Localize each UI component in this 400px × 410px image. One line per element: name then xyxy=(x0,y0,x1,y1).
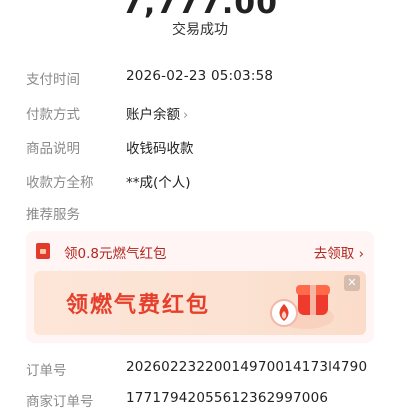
chevron-right-icon: › xyxy=(358,246,364,262)
product-description-value: 收钱码收款 xyxy=(126,141,194,157)
order-number-value: 20260223220014970014173l4790 xyxy=(126,359,368,375)
product-description-label: 商品说明 xyxy=(26,141,80,157)
recommend-card-title: 领0.8元燃气红包 xyxy=(64,246,167,262)
merchant-order-number-value: 17717942055612362997006 xyxy=(126,390,329,406)
claim-link-label: 去领取 xyxy=(313,246,355,262)
payment-time-value: 2026-02-23 05:03:58 xyxy=(126,68,274,84)
transaction-status: 交易成功 xyxy=(172,22,228,38)
order-number-label: 订单号 xyxy=(26,363,67,379)
recommend-card[interactable]: 领0.8元燃气红包 去领取 › 领燃气费红包 ✕ xyxy=(26,231,374,343)
payment-method-value: 账户余额 xyxy=(126,107,180,123)
red-envelope-icon xyxy=(36,243,50,259)
chevron-right-icon: › xyxy=(183,108,189,123)
close-icon[interactable]: ✕ xyxy=(344,275,360,291)
promo-banner[interactable]: 领燃气费红包 ✕ xyxy=(34,271,366,335)
payment-time-label: 支付时间 xyxy=(26,72,80,88)
payee-name-value: **成(个人) xyxy=(126,175,191,191)
payment-method-link[interactable]: 账户余额 › xyxy=(126,103,188,123)
merchant-order-number-label: 商家订单号 xyxy=(26,394,94,410)
payee-name-label: 收款方全称 xyxy=(26,175,94,191)
payment-method-label: 付款方式 xyxy=(26,107,80,123)
gift-flame-icon xyxy=(270,285,334,329)
recommend-section-label: 推荐服务 xyxy=(26,207,80,223)
promo-banner-text: 领燃气费红包 xyxy=(66,293,211,318)
claim-link[interactable]: 去领取 › xyxy=(314,242,364,262)
recommend-card-header[interactable]: 领0.8元燃气红包 去领取 › xyxy=(36,241,364,262)
amount: 7,777.00 xyxy=(121,0,279,21)
